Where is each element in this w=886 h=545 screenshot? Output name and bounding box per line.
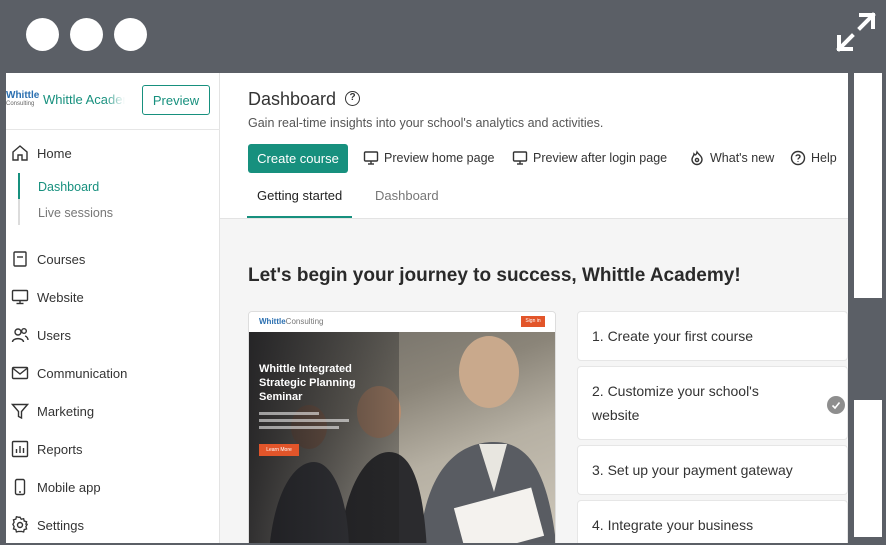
sidebar-item-communication[interactable]: Communication xyxy=(10,362,127,384)
phone-icon xyxy=(10,478,29,497)
sparkle-icon xyxy=(691,150,703,166)
funnel-icon xyxy=(10,402,29,421)
action-label: Preview home page xyxy=(384,151,495,165)
step-label: 2. Customize your school's website xyxy=(592,383,759,423)
welcome-headline: Let's begin your journey to success, Whi… xyxy=(248,265,741,286)
sidebar-item-users[interactable]: Users xyxy=(10,324,71,346)
sidebar-item-marketing[interactable]: Marketing xyxy=(10,400,94,422)
page-subtitle: Gain real-time insights into your school… xyxy=(248,116,604,130)
action-label: What's new xyxy=(710,151,775,165)
mail-icon xyxy=(10,364,29,383)
checkmark-icon xyxy=(827,396,845,414)
expand-icon[interactable] xyxy=(834,10,878,54)
preview-home-page-link[interactable]: Preview home page xyxy=(363,149,494,167)
website-preview-card[interactable]: WhittleConsulting Sign in Whittle Integr… xyxy=(248,311,556,543)
sidebar-item-label: Communication xyxy=(37,365,128,381)
promo-details xyxy=(259,412,359,433)
bar-chart-icon xyxy=(10,440,29,459)
brand-logo: Whittle Consulting xyxy=(6,90,40,108)
sidebar-item-home[interactable]: Home xyxy=(10,142,72,164)
window-control-dot[interactable] xyxy=(26,18,59,51)
sidebar-item-label: Users xyxy=(37,327,71,343)
sidebar-item-label: Mobile app xyxy=(37,479,101,495)
tab-dashboard[interactable]: Dashboard xyxy=(375,184,439,218)
step-integrate-business[interactable]: 4. Integrate your business xyxy=(577,500,848,543)
subnav-indicator xyxy=(18,173,20,225)
sidebar-item-label: Home xyxy=(37,145,72,161)
step-customize-website[interactable]: 2. Customize your school's website xyxy=(577,366,848,440)
brand-bar: WhittleConsulting Whittle Academy Previe… xyxy=(6,73,220,130)
question-icon[interactable]: ? xyxy=(345,91,360,106)
users-icon xyxy=(10,326,29,345)
monitor-icon xyxy=(10,288,29,307)
promo-signin-button: Sign in xyxy=(521,316,545,327)
window-control-dot[interactable] xyxy=(70,18,103,51)
help-icon xyxy=(790,150,806,166)
promo-learn-more-button: Learn More xyxy=(259,444,299,456)
app-window: WhittleConsulting Whittle Academy Previe… xyxy=(6,73,848,543)
step-create-course[interactable]: 1. Create your first course xyxy=(577,311,848,361)
preview-button[interactable]: Preview xyxy=(142,85,210,115)
sidebar-subitem-dashboard[interactable]: Dashboard xyxy=(38,180,99,194)
book-icon xyxy=(10,250,29,269)
promo-header: WhittleConsulting Sign in xyxy=(249,312,555,332)
preview-after-login-link[interactable]: Preview after login page xyxy=(512,149,667,167)
sidebar-item-label: Reports xyxy=(37,441,83,457)
promo-title: Whittle Integrated Strategic Planning Se… xyxy=(259,363,356,403)
step-payment-gateway[interactable]: 3. Set up your payment gateway xyxy=(577,445,848,495)
tab-getting-started[interactable]: Getting started xyxy=(247,184,353,218)
scrollbar-track[interactable] xyxy=(854,73,882,298)
sidebar-item-mobile-app[interactable]: Mobile app xyxy=(10,476,101,498)
sidebar: WhittleConsulting Whittle Academy Previe… xyxy=(6,73,220,543)
sidebar-item-settings[interactable]: Settings xyxy=(10,514,84,536)
window-control-dot[interactable] xyxy=(114,18,147,51)
sidebar-item-website[interactable]: Website xyxy=(10,286,84,308)
action-label: Help xyxy=(811,151,837,165)
help-link[interactable]: Help xyxy=(790,149,837,167)
page-header: Dashboard ? Gain real-time insights into… xyxy=(220,73,848,219)
gear-icon xyxy=(10,516,29,535)
scrollbar-track[interactable] xyxy=(854,400,882,537)
monitor-icon xyxy=(363,151,379,165)
main-area: Dashboard ? Gain real-time insights into… xyxy=(220,73,848,543)
seminar-photo: Whittle Integrated Strategic Planning Se… xyxy=(249,332,555,543)
sidebar-item-reports[interactable]: Reports xyxy=(10,438,83,460)
window-chrome xyxy=(0,0,886,72)
create-course-button[interactable]: Create course xyxy=(248,144,348,173)
sidebar-subitem-live-sessions[interactable]: Live sessions xyxy=(38,206,113,220)
promo-logo: WhittleConsulting xyxy=(259,317,324,326)
monitor-icon xyxy=(512,151,528,165)
sidebar-item-label: Settings xyxy=(37,517,84,533)
step-label: 1. Create your first course xyxy=(592,328,754,344)
whats-new-link[interactable]: What's new xyxy=(689,149,774,167)
sidebar-item-courses[interactable]: Courses xyxy=(10,248,85,270)
step-label: 3. Set up your payment gateway xyxy=(592,462,793,478)
sidebar-item-label: Marketing xyxy=(37,403,95,419)
sidebar-item-label: Website xyxy=(37,289,84,305)
home-icon xyxy=(10,144,29,163)
getting-started-panel: Let's begin your journey to success, Whi… xyxy=(220,219,848,543)
action-label: Preview after login page xyxy=(533,151,668,165)
page-title: Dashboard xyxy=(248,89,337,109)
sidebar-item-label: Courses xyxy=(37,251,86,267)
school-name: Whittle Academy xyxy=(43,92,125,107)
step-label: 4. Integrate your business xyxy=(592,517,754,533)
